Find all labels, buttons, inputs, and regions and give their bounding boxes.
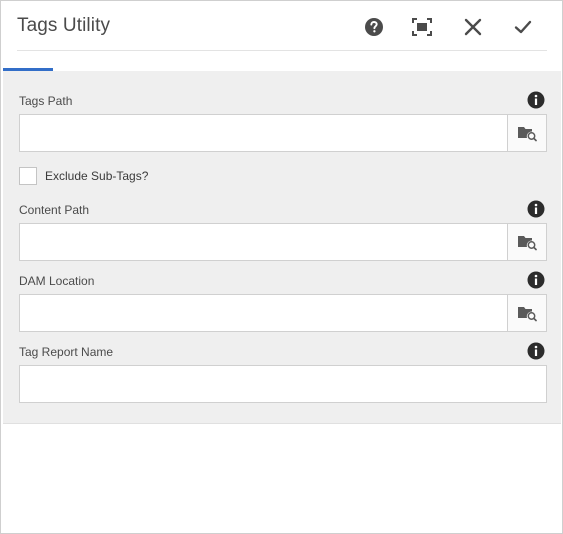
header-divider	[17, 50, 547, 51]
content-path-input[interactable]	[20, 224, 508, 260]
close-icon	[464, 18, 482, 36]
dam-location-label: DAM Location	[19, 274, 95, 288]
content-path-label: Content Path	[19, 203, 90, 217]
folder-search-icon	[518, 235, 537, 250]
checkmark-icon	[514, 20, 532, 34]
tags-utility-dialog: Tags Utility Tags Path Exclude Sub-Tags?…	[0, 0, 563, 534]
dialog-title: Tags Utility	[17, 15, 111, 36]
content-path-field	[19, 223, 547, 261]
info-icon[interactable]	[527, 271, 545, 289]
exclude-subtags-label[interactable]: Exclude Sub-Tags?	[45, 169, 148, 183]
tags-path-label: Tags Path	[19, 94, 73, 108]
dialog-header: Tags Utility	[1, 1, 562, 51]
tags-path-browse-button[interactable]	[507, 115, 546, 151]
tags-path-field	[19, 114, 547, 152]
fullscreen-button[interactable]	[409, 14, 435, 40]
help-icon	[365, 18, 383, 36]
fullscreen-icon	[412, 18, 432, 36]
tag-report-name-field	[19, 365, 547, 403]
exclude-subtags-checkbox[interactable]	[19, 167, 37, 185]
dam-location-browse-button[interactable]	[507, 295, 546, 331]
content-path-browse-button[interactable]	[507, 224, 546, 260]
folder-search-icon	[518, 126, 537, 141]
info-icon[interactable]	[527, 91, 545, 109]
info-icon[interactable]	[527, 342, 545, 360]
tag-report-name-label: Tag Report Name	[19, 345, 114, 359]
dam-location-field	[19, 294, 547, 332]
help-button[interactable]	[361, 14, 387, 40]
info-icon[interactable]	[527, 200, 545, 218]
folder-search-icon	[518, 306, 537, 321]
tags-path-input[interactable]	[20, 115, 508, 151]
tag-report-name-input[interactable]	[20, 366, 546, 402]
dam-location-input[interactable]	[20, 295, 508, 331]
close-button[interactable]	[460, 14, 486, 40]
done-button[interactable]	[510, 14, 536, 40]
form-panel: Tags Path Exclude Sub-Tags? Content Path	[3, 71, 561, 424]
